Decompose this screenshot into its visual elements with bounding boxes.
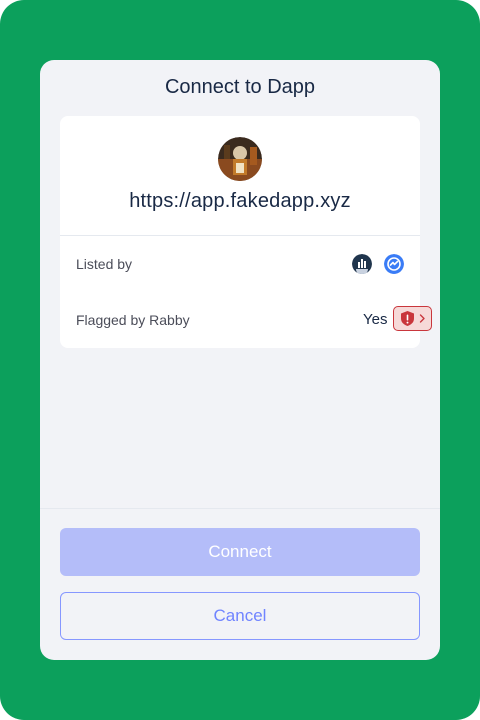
- dialog-title: Connect to Dapp: [164, 76, 316, 98]
- defillama-icon[interactable]: [352, 254, 372, 274]
- flagged-value: Yes: [363, 311, 388, 328]
- coingecko-icon[interactable]: [384, 254, 404, 274]
- dapp-info-card: https://app.fakedapp.xyz Listed by Flagg…: [60, 116, 432, 348]
- warning-shield-icon: [401, 311, 414, 326]
- cancel-button[interactable]: Cancel: [60, 592, 420, 640]
- listed-by-label: Listed by: [76, 256, 133, 272]
- chevron-right-icon: [419, 314, 425, 323]
- dapp-avatar-image: [218, 137, 262, 181]
- divider: [60, 235, 420, 236]
- green-background: Connect to Dapp https://app.fakedapp.xyz…: [0, 0, 480, 720]
- footer-divider: [40, 508, 440, 509]
- flagged-by-label: Flagged by Rabby: [76, 312, 190, 328]
- connect-dialog: Connect to Dapp https://app.fakedapp.xyz…: [40, 60, 440, 660]
- dapp-url: https://app.fakedapp.xyz: [129, 190, 351, 212]
- connect-button[interactable]: Connect: [60, 528, 420, 576]
- flag-warning-badge[interactable]: [393, 306, 432, 331]
- dapp-logo: [218, 137, 262, 181]
